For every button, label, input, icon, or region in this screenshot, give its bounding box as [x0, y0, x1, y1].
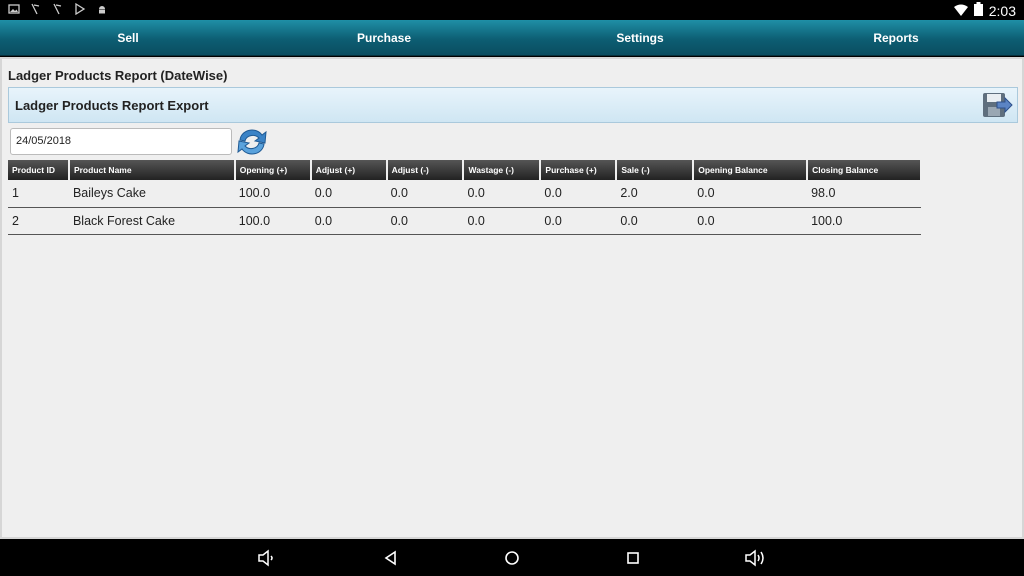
main-tab-bar: Sell Purchase Settings Reports — [0, 20, 1024, 56]
export-bar: Ladger Products Report Export — [8, 87, 1018, 123]
cell-product-name: Black Forest Cake — [68, 207, 235, 235]
column-header-adjust-plus: Adjust (+) — [310, 160, 388, 180]
cell-closing-balance: 100.0 — [807, 207, 921, 235]
cell-product-id: 2 — [8, 207, 69, 235]
column-header-opening-plus: Opening (+) — [234, 160, 312, 180]
table-row[interactable]: 2 Black Forest Cake 100.0 0.0 0.0 0.0 0.… — [8, 207, 921, 235]
date-field[interactable]: 24/05/2018 — [10, 128, 232, 155]
android-nav-bar — [0, 539, 1024, 576]
recents-icon[interactable] — [623, 548, 643, 568]
table-header-row: Product ID Product Name Opening (+) Adju… — [8, 160, 922, 180]
home-icon[interactable] — [502, 548, 522, 568]
page-title: Ladger Products Report (DateWise) — [8, 68, 228, 83]
column-header-purchase: Purchase (+) — [540, 160, 618, 180]
cell-wastage: 0.0 — [463, 207, 541, 235]
battery-icon — [973, 2, 983, 19]
export-label: Ladger Products Report Export — [15, 98, 209, 113]
tab-purchase[interactable]: Purchase — [256, 20, 512, 55]
cell-opening-balance: 0.0 — [693, 180, 808, 208]
play-store-icon — [74, 2, 86, 16]
cell-adjust-plus: 0.0 — [310, 180, 387, 208]
wifi-icon — [953, 3, 968, 19]
column-header-adjust-minus: Adjust (-) — [386, 160, 465, 180]
cell-purchase: 0.0 — [540, 207, 617, 235]
cell-purchase: 0.0 — [540, 180, 617, 208]
image-icon — [8, 3, 20, 15]
column-header-closing-balance: Closing Balance — [807, 160, 922, 180]
report-content: Ladger Products Report (DateWise) Ladger… — [0, 57, 1024, 539]
column-header-product-id: Product ID — [8, 160, 70, 180]
volume-up-icon[interactable] — [744, 548, 764, 568]
column-header-opening-balance: Opening Balance — [693, 160, 809, 180]
cell-adjust-minus: 0.0 — [386, 207, 464, 235]
cell-product-id: 1 — [8, 180, 69, 208]
ledger-table: Product ID Product Name Opening (+) Adju… — [8, 160, 922, 235]
cell-opening-plus: 100.0 — [234, 180, 311, 208]
cell-opening-balance: 0.0 — [693, 207, 808, 235]
volume-down-icon[interactable] — [257, 548, 277, 568]
cell-product-name: Baileys Cake — [68, 180, 235, 208]
signal-tool-icon — [30, 3, 42, 15]
column-header-wastage: Wastage (-) — [463, 160, 542, 180]
cell-sale: 2.0 — [616, 180, 694, 208]
cell-wastage: 0.0 — [463, 180, 541, 208]
clock: 2:03 — [988, 2, 1016, 19]
column-header-sale: Sale (-) — [616, 160, 695, 180]
refresh-icon[interactable] — [235, 126, 269, 158]
tab-sell[interactable]: Sell — [0, 20, 256, 55]
tab-reports[interactable]: Reports — [768, 20, 1024, 55]
cell-opening-plus: 100.0 — [234, 207, 311, 235]
cell-closing-balance: 98.0 — [807, 180, 921, 208]
back-icon[interactable] — [381, 548, 401, 568]
tab-settings[interactable]: Settings — [512, 20, 768, 55]
status-bar: 2:03 — [0, 0, 1024, 20]
cell-adjust-plus: 0.0 — [310, 207, 387, 235]
android-icon — [96, 3, 108, 15]
column-header-product-name: Product Name — [68, 160, 236, 180]
save-export-icon[interactable] — [981, 90, 1013, 122]
signal-tool-icon — [52, 3, 64, 15]
cell-sale: 0.0 — [616, 207, 694, 235]
cell-adjust-minus: 0.0 — [386, 180, 464, 208]
table-row[interactable]: 1 Baileys Cake 100.0 0.0 0.0 0.0 0.0 2.0… — [8, 180, 921, 208]
